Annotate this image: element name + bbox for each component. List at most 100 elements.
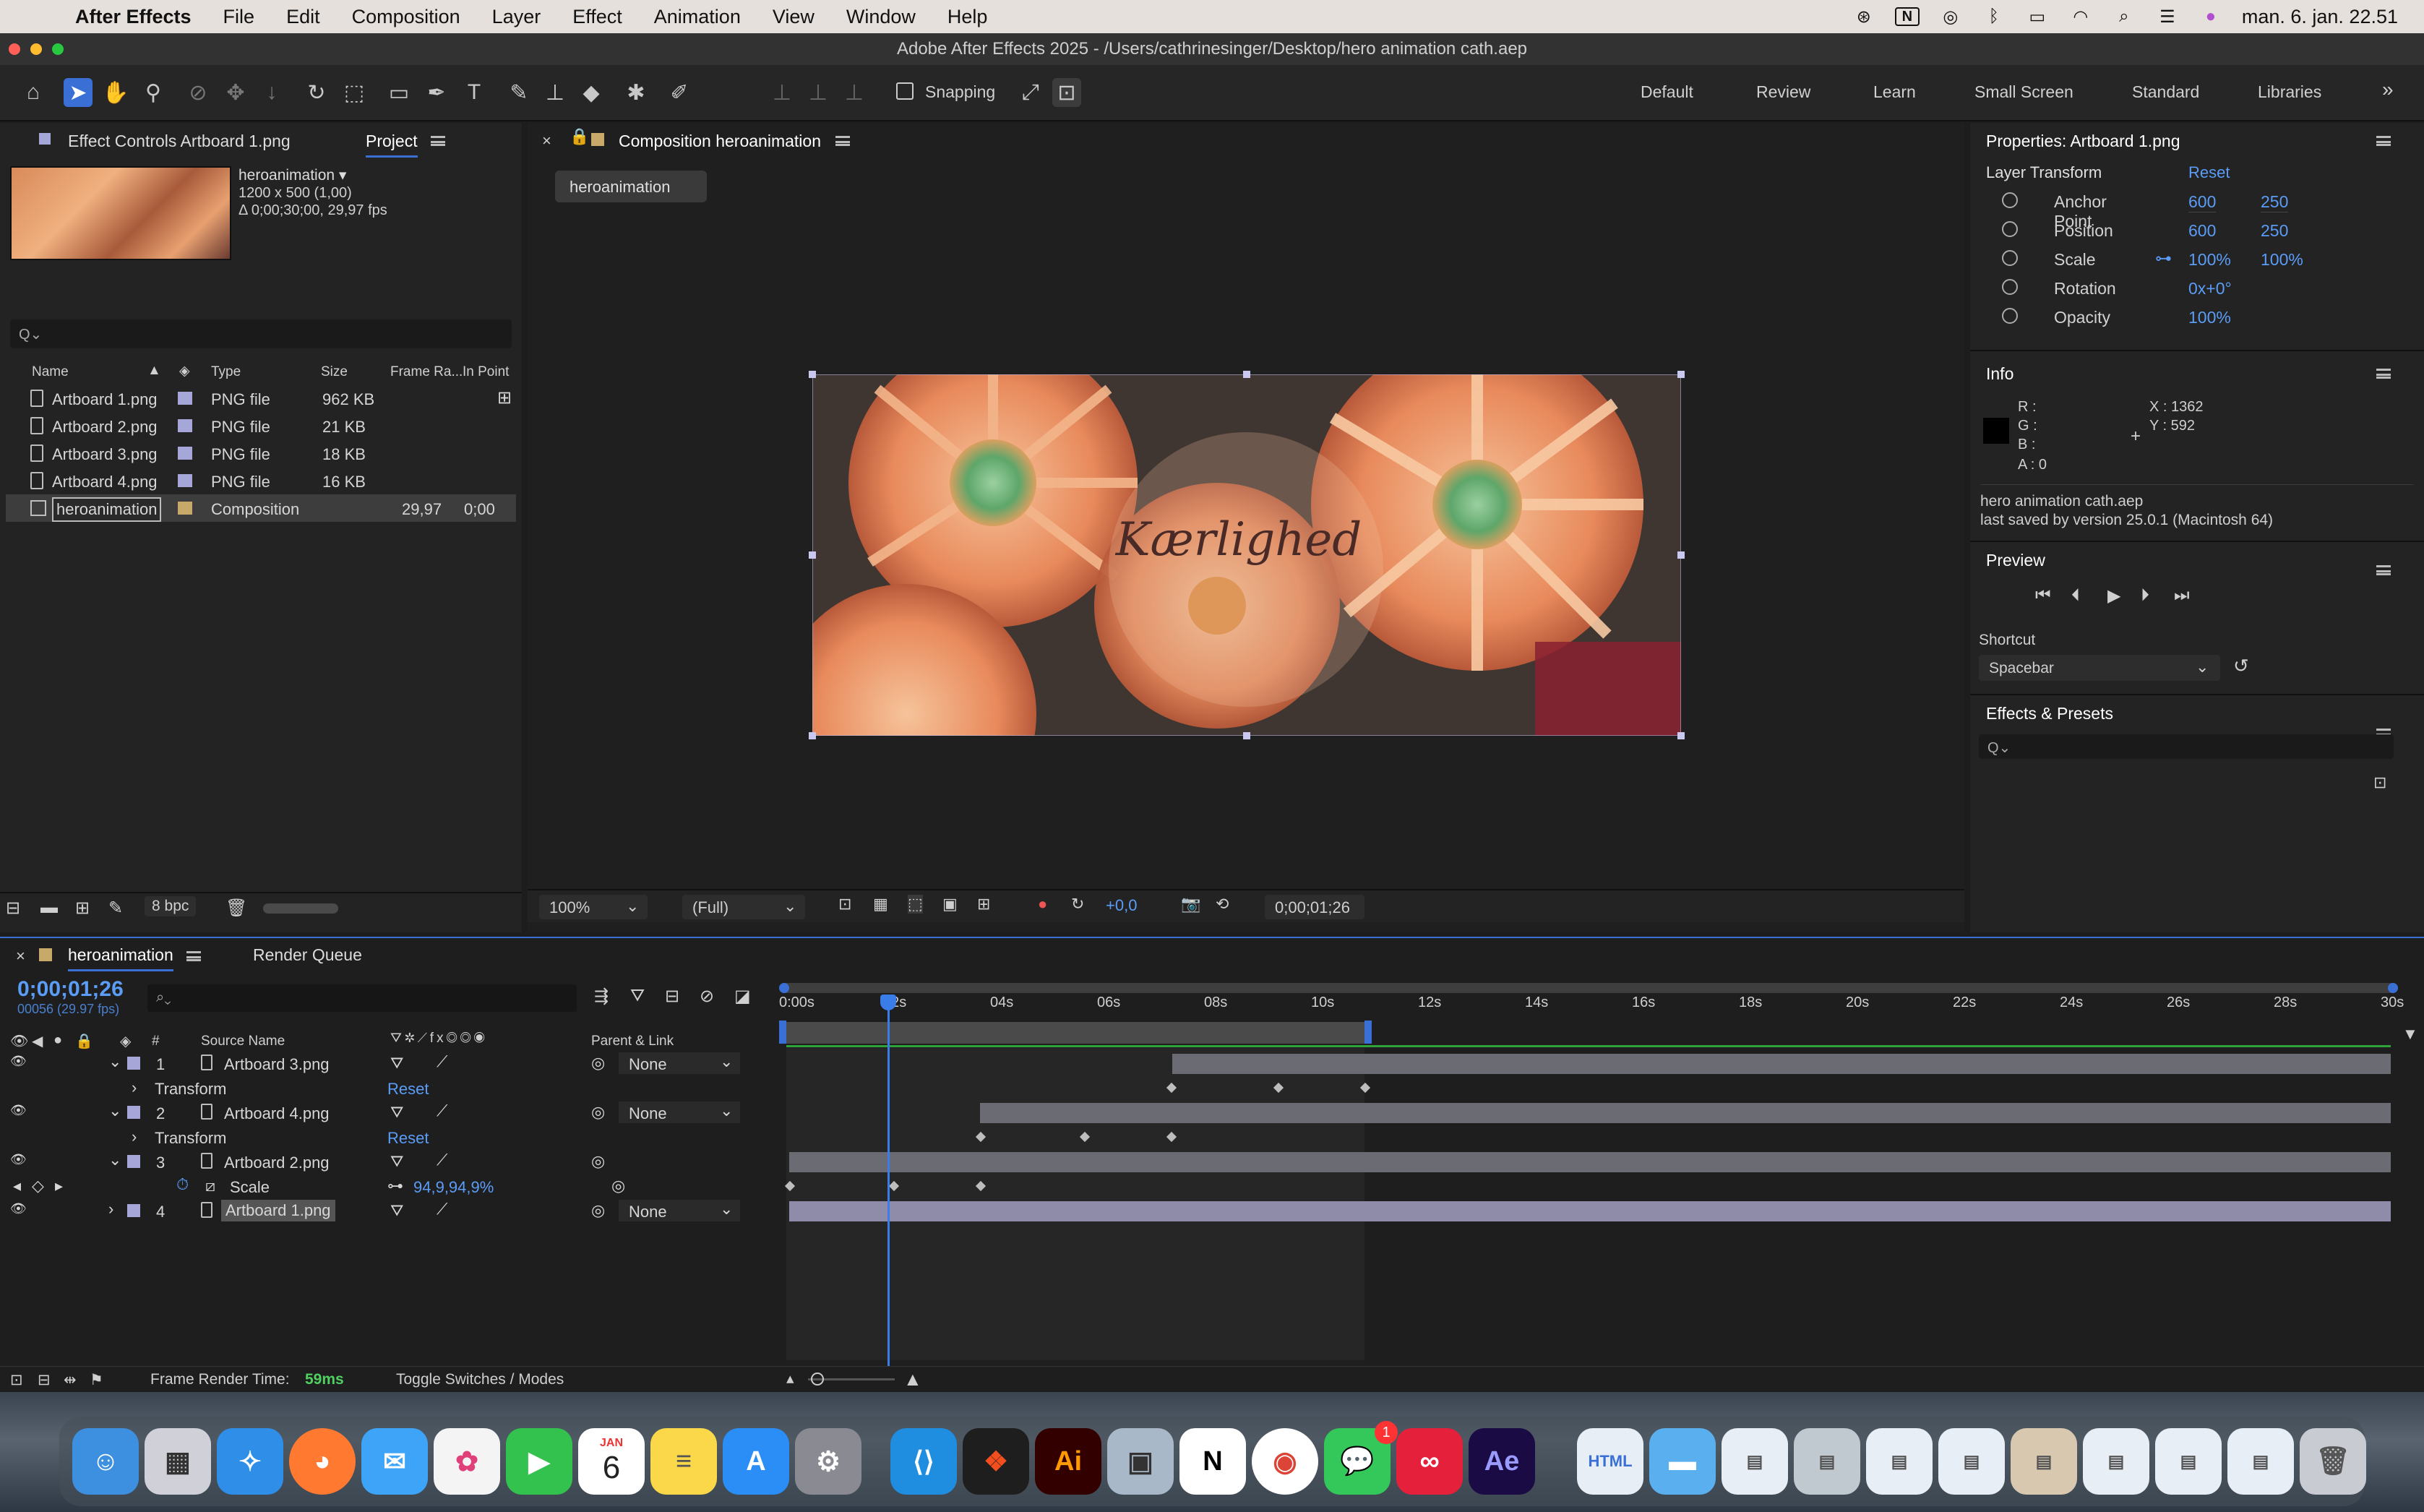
constrain-proportions-icon[interactable]: ⊶ bbox=[2155, 249, 2172, 268]
document-stack-icon[interactable]: ▤ bbox=[1866, 1428, 1933, 1495]
shy-switch-icon[interactable]: ⛛ bbox=[390, 1103, 403, 1122]
eye-icon[interactable]: 👁 bbox=[10, 1054, 27, 1069]
launchpad-icon[interactable]: ▦ bbox=[145, 1428, 211, 1495]
navigator-start-handle[interactable] bbox=[779, 983, 789, 993]
prop-value[interactable]: 100% bbox=[2188, 308, 2231, 327]
video-toggle-icon[interactable]: 👁 bbox=[10, 1032, 28, 1050]
layer-bar-3[interactable] bbox=[789, 1152, 2391, 1172]
current-time-indicator[interactable] bbox=[887, 997, 890, 1366]
puppet-pin-tool-icon[interactable]: ✐ bbox=[665, 78, 694, 107]
eraser-tool-icon[interactable]: ◆ bbox=[577, 78, 606, 107]
stopwatch-icon[interactable] bbox=[2002, 308, 2018, 324]
zoom-tool-icon[interactable]: ⚲ bbox=[139, 78, 168, 107]
firefox-icon[interactable]: ◕ bbox=[289, 1428, 356, 1495]
workspace-small-screen[interactable]: Small Screen bbox=[1974, 82, 2073, 102]
eye-icon[interactable]: 👁 bbox=[10, 1152, 27, 1167]
previous-frame-icon[interactable]: ⏴ bbox=[2071, 585, 2080, 606]
menu-composition[interactable]: Composition bbox=[336, 6, 476, 28]
comp-flow-tab[interactable]: heroanimation bbox=[555, 171, 707, 202]
prop-value-x[interactable]: 100% bbox=[2188, 250, 2231, 270]
trash-icon[interactable]: 🗑 bbox=[2300, 1428, 2366, 1495]
photos-icon[interactable]: ✿ bbox=[434, 1428, 500, 1495]
prop-value-x[interactable]: 600 bbox=[2188, 221, 2216, 241]
col-in-point[interactable]: In Point bbox=[463, 364, 509, 380]
document-stack-icon[interactable]: ▤ bbox=[1794, 1428, 1860, 1495]
document-stack-icon[interactable]: ▤ bbox=[2011, 1428, 2077, 1495]
scale-value[interactable]: 94,9,94,9% bbox=[413, 1178, 494, 1197]
solo-toggle-icon[interactable]: ● bbox=[53, 1032, 62, 1049]
col-type[interactable]: Type bbox=[211, 364, 241, 380]
project-item-heroanimation[interactable]: heroanimation Composition 29,97 0;00 bbox=[6, 494, 516, 522]
zoom-window-button[interactable] bbox=[52, 43, 64, 55]
grid-guides-icon[interactable]: ⊞ bbox=[977, 895, 990, 914]
channel-icon[interactable]: ● bbox=[1038, 895, 1047, 914]
transform-handle[interactable] bbox=[1677, 371, 1685, 378]
menu-layer[interactable]: Layer bbox=[476, 6, 557, 28]
layer-bar-2[interactable] bbox=[980, 1103, 2391, 1123]
hand-tool-icon[interactable]: ✋ bbox=[101, 78, 130, 107]
draft-3d-icon[interactable]: ⛛ bbox=[630, 986, 645, 1006]
last-frame-icon[interactable]: ⏭ bbox=[2174, 585, 2190, 606]
orbit-camera-icon[interactable]: ⊘ bbox=[184, 78, 212, 107]
layer-switches-toggle-icon[interactable]: ⊡ bbox=[10, 1371, 23, 1389]
document-stack-icon[interactable]: ▤ bbox=[1938, 1428, 2005, 1495]
in-out-toggle-icon[interactable]: ⇹ bbox=[64, 1371, 77, 1389]
safari-icon[interactable]: ✧ bbox=[217, 1428, 283, 1495]
siri-icon[interactable]: ● bbox=[2199, 7, 2223, 26]
chevron-down-icon[interactable]: ⌄ bbox=[108, 1101, 121, 1120]
clone-stamp-tool-icon[interactable]: ⊥ bbox=[541, 78, 570, 107]
chevron-down-icon[interactable]: ⌄ bbox=[108, 1052, 121, 1071]
label-chip[interactable] bbox=[178, 474, 192, 487]
stopwatch-icon[interactable] bbox=[2002, 279, 2018, 295]
layer-row-transform-2[interactable]: › Transform Reset bbox=[0, 1125, 776, 1149]
folder-icon[interactable]: ▬ bbox=[1649, 1428, 1716, 1495]
facetime-icon[interactable]: ▶ bbox=[506, 1428, 572, 1495]
eye-icon[interactable]: 👁 bbox=[10, 1103, 27, 1118]
document-stack-icon[interactable]: ▤ bbox=[2155, 1428, 2222, 1495]
render-time-toggle-icon[interactable]: ⚑ bbox=[90, 1371, 103, 1389]
hide-shy-layers-icon[interactable]: ⊟ bbox=[665, 986, 679, 1007]
quality-switch-icon[interactable]: ⟋ bbox=[437, 1052, 447, 1071]
preview-comp-name[interactable]: heroanimation ▾ bbox=[238, 166, 346, 184]
color-management-icon[interactable]: ↻ bbox=[1071, 895, 1084, 914]
bit-depth-button[interactable]: 8 bpc bbox=[145, 896, 197, 916]
vscode-icon[interactable]: ⟨⟩ bbox=[890, 1428, 957, 1495]
stopwatch-icon[interactable] bbox=[2002, 192, 2018, 208]
finder-icon[interactable]: ☺ bbox=[72, 1428, 139, 1495]
notes-icon[interactable]: ≡ bbox=[650, 1428, 717, 1495]
zoom-dropdown[interactable]: 100% ⌄ bbox=[539, 895, 648, 919]
comp-timecode[interactable]: 0;00;01;26 bbox=[1265, 895, 1364, 919]
chevron-right-icon[interactable]: › bbox=[132, 1078, 137, 1097]
label-chip[interactable] bbox=[178, 392, 192, 405]
tab-timeline-heroanimation[interactable]: heroanimation bbox=[68, 945, 173, 971]
shy-switch-icon[interactable]: ⛛ bbox=[390, 1152, 403, 1171]
layer-row-4[interactable]: 👁 › 4 Artboard 1.png ⛛ ⟋ ◎ None ⌄ bbox=[0, 1198, 776, 1223]
sort-ascending-icon[interactable]: ▲ bbox=[147, 363, 161, 379]
pickwhip-icon[interactable]: ◎ bbox=[591, 1152, 605, 1171]
transparency-grid-icon[interactable]: ▦ bbox=[873, 895, 888, 914]
info-menu-icon[interactable] bbox=[2376, 369, 2391, 379]
battery-icon[interactable]: ▭ bbox=[2025, 7, 2050, 27]
label-column-icon[interactable]: ◈ bbox=[120, 1032, 131, 1050]
document-stack-icon[interactable]: ▤ bbox=[2083, 1428, 2149, 1495]
new-preset-icon[interactable]: ⊡ bbox=[2373, 773, 2386, 792]
home-icon[interactable]: ⌂ bbox=[19, 78, 48, 107]
roto-brush-tool-icon[interactable]: ✱ bbox=[622, 78, 650, 107]
next-keyframe-icon[interactable]: ▸ bbox=[55, 1177, 63, 1195]
show-snapshot-icon[interactable]: ⟲ bbox=[1216, 895, 1229, 914]
mask-visibility-icon[interactable]: ⬚ bbox=[908, 895, 923, 914]
label-chip[interactable] bbox=[178, 502, 192, 515]
pan-behind-tool-icon[interactable]: ⬚ bbox=[340, 78, 369, 107]
tab-effect-controls[interactable]: Effect Controls Artboard 1.png bbox=[68, 132, 291, 151]
timeline-timecode[interactable]: 0;00;01;26 bbox=[17, 977, 124, 1002]
graph-editor-icon[interactable]: ◪ bbox=[734, 986, 751, 1007]
menu-edit[interactable]: Edit bbox=[270, 6, 336, 28]
snap-edges-icon[interactable]: ⤢ bbox=[1016, 78, 1045, 107]
layer-name[interactable]: Artboard 2.png bbox=[224, 1154, 330, 1172]
menu-file[interactable]: File bbox=[207, 6, 271, 28]
chevron-right-icon[interactable]: › bbox=[132, 1127, 137, 1146]
first-frame-icon[interactable]: ⏮ bbox=[2035, 585, 2051, 606]
eye-icon[interactable]: 👁 bbox=[10, 1201, 27, 1216]
preview-menu-icon[interactable] bbox=[2376, 565, 2391, 575]
close-window-button[interactable] bbox=[9, 43, 20, 55]
